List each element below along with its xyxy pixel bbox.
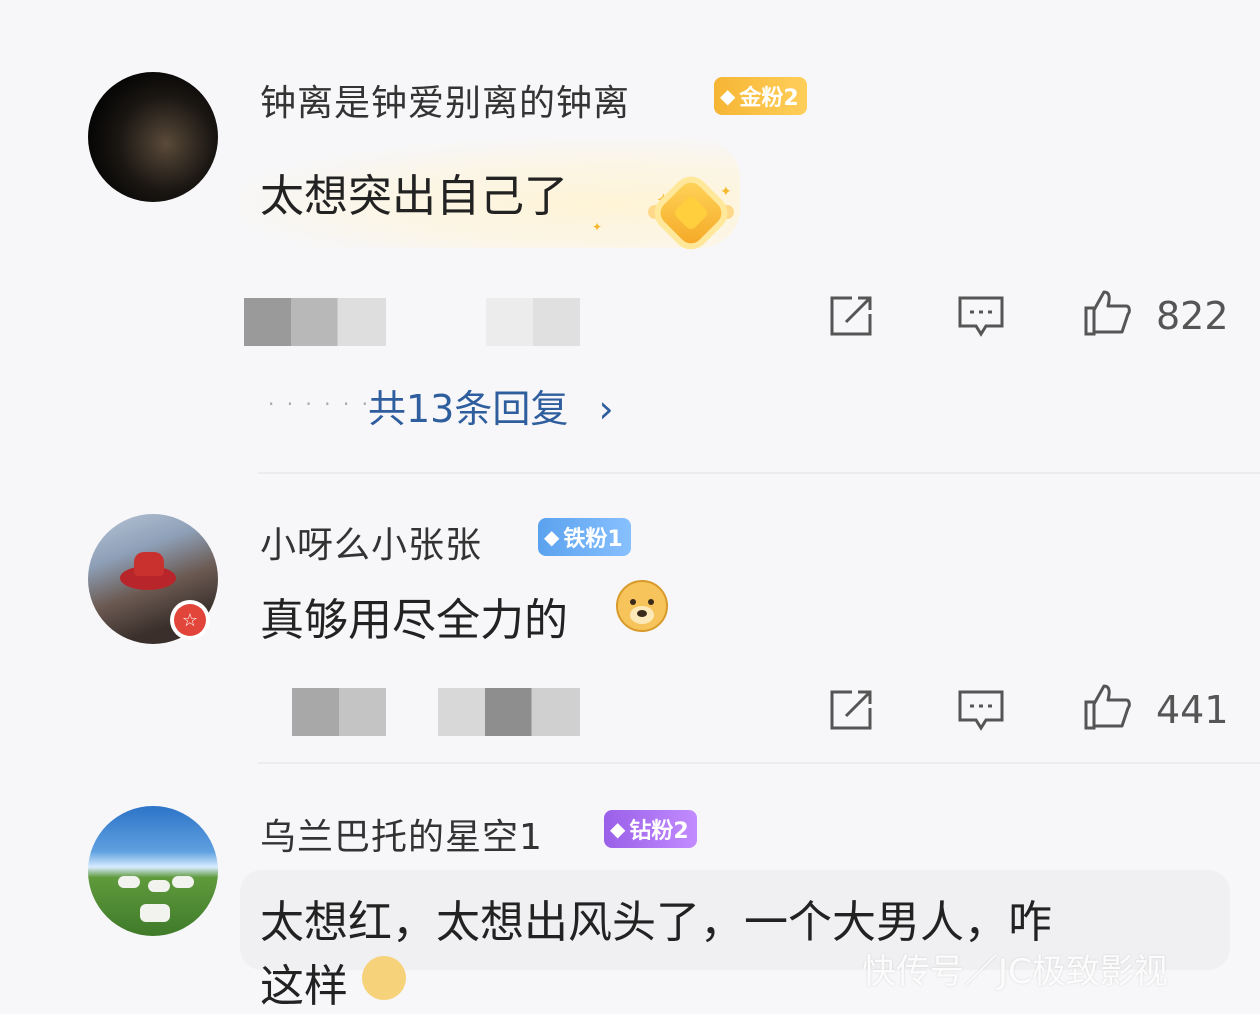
thumbs-up-icon[interactable]	[1082, 288, 1132, 336]
fan-badge[interactable]: ◆ 金粉2	[714, 77, 807, 115]
chevron-right-icon: ›	[598, 387, 614, 431]
watermark: 快传号／JC极致影视	[862, 952, 1168, 992]
gold-gem-icon: ◆	[720, 84, 736, 108]
fan-badge-label: 金粉2	[739, 86, 799, 111]
emoji-icon	[362, 956, 406, 1000]
blurred-meta	[486, 298, 580, 346]
share-icon[interactable]	[826, 686, 876, 734]
avatar[interactable]	[88, 806, 218, 936]
view-replies-link[interactable]: 共13条回复 ›	[368, 378, 614, 433]
sheep-shape	[118, 876, 140, 888]
fan-badge[interactable]: ◆ 铁粉1	[538, 518, 631, 556]
verified-badge-icon: ☆	[170, 600, 210, 640]
sparkle-icon: ✦	[592, 220, 603, 234]
doge-emoji-icon	[616, 580, 668, 632]
like-count: 441	[1156, 688, 1229, 732]
comment-text-continued: 这样	[260, 961, 348, 1012]
divider	[258, 762, 1260, 764]
sheep-shape	[172, 876, 194, 888]
comment-icon[interactable]	[956, 292, 1006, 340]
fan-badge[interactable]: ◆ 钻粉2	[604, 810, 697, 848]
username[interactable]: 乌兰巴托的星空1	[260, 808, 543, 860]
fan-badge-label: 铁粉1	[563, 527, 623, 552]
replies-label: 共13条回复	[368, 387, 569, 431]
replies-dots: · · · · · ·	[268, 392, 371, 416]
hat-shape	[134, 552, 164, 576]
comment-text: 真够用尽全力的	[260, 595, 568, 646]
share-icon[interactable]	[826, 292, 876, 340]
comment-text: 太想红，太想出风头了，一个大男人，咋	[260, 897, 1052, 948]
sheep-shape	[148, 880, 170, 892]
divider	[258, 472, 1260, 474]
username[interactable]: 钟离是钟爱别离的钟离	[260, 74, 630, 126]
thumbs-up-icon[interactable]	[1082, 682, 1132, 730]
sparkle-icon: ✦	[720, 184, 732, 200]
like-count: 822	[1156, 294, 1229, 338]
comment-text: 太想突出自己了	[260, 171, 568, 222]
fan-badge-label: 钻粉2	[629, 819, 689, 844]
sheep-shape	[140, 904, 170, 922]
blurred-meta	[244, 298, 386, 346]
username[interactable]: 小呀么小张张	[260, 516, 482, 568]
comment-icon[interactable]	[956, 686, 1006, 734]
diamond-gem-icon: ◆	[610, 817, 626, 841]
blurred-meta	[438, 688, 580, 736]
iron-gem-icon: ◆	[544, 525, 560, 549]
avatar[interactable]	[88, 72, 218, 202]
blurred-meta	[292, 688, 386, 736]
